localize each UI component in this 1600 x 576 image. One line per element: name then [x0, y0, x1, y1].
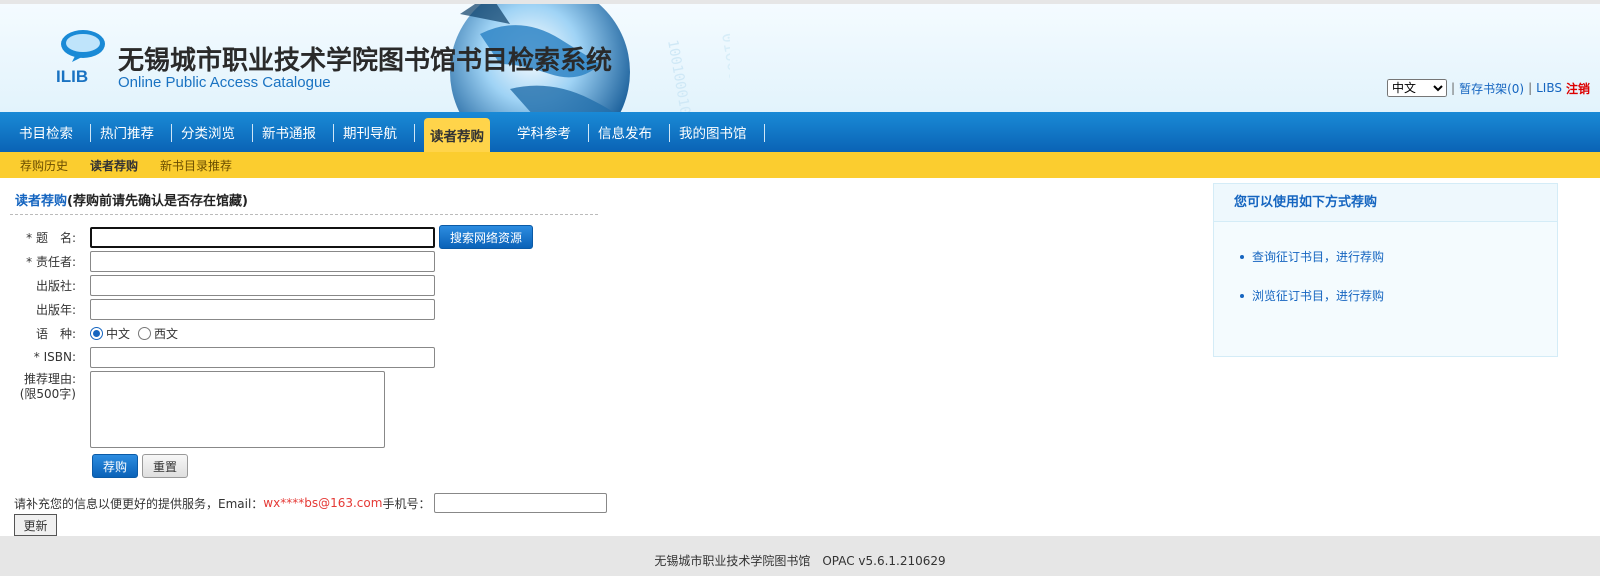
svg-text:010001: 010001: [718, 31, 730, 91]
submit-recommend-button[interactable]: 荐购: [92, 454, 139, 478]
isbn-label: * ISBN:: [33, 350, 76, 364]
site-header: 0101001010 1001000100 010001 ILIB 无锡城市职业…: [0, 4, 1600, 112]
language-label: 语 种:: [35, 326, 76, 341]
nav-item-hot-recommend[interactable]: 热门推荐: [91, 112, 172, 152]
publisher-input[interactable]: [90, 274, 435, 296]
svg-text:ILIB: ILIB: [56, 67, 88, 86]
nav-item-subject-ref[interactable]: 学科参考: [508, 112, 589, 152]
search-web-button[interactable]: 搜索网络资源: [439, 225, 534, 249]
subnav-item-reader-recommend[interactable]: 读者荐购: [90, 157, 138, 174]
title-input[interactable]: [90, 226, 435, 248]
header-toolbar: 中文 | 暂存书架(0) | LIBS 注销: [1387, 79, 1590, 97]
temp-shelf-link[interactable]: 暂存书架(0): [1459, 80, 1524, 97]
reason-label: 推荐理由: (限500字): [19, 372, 76, 401]
email-value: wx****bs@163.com: [263, 496, 383, 510]
reset-button[interactable]: 重置: [142, 454, 189, 478]
nav-item-new-books[interactable]: 新书通报: [253, 112, 334, 152]
contact-info-row: 请补充您的信息以便更好的提供服务，Email： wx****bs@163.com…: [10, 493, 610, 513]
user-name: LIBS: [1536, 81, 1562, 95]
phone-label: 手机号：: [382, 496, 431, 511]
subnav-item-new-catalog[interactable]: 新书目录推荐: [160, 157, 232, 174]
main-content: 读者荐购(荐购前请先确认是否存在馆藏) * 题 名: 搜索网络资源 * 责任者:…: [0, 178, 1600, 536]
query-order-link[interactable]: 查询征订书目，进行荐购: [1240, 248, 1557, 265]
recommend-methods-panel: 您可以使用如下方式荐购 查询征订书目，进行荐购 浏览征订书目，进行荐购: [1213, 183, 1558, 357]
language-select[interactable]: 中文: [1387, 79, 1448, 97]
update-button[interactable]: 更新: [14, 514, 57, 536]
year-label: 出版年:: [35, 302, 76, 317]
nav-item-catalog-search[interactable]: 书目检索: [10, 112, 91, 152]
browse-order-link[interactable]: 浏览征订书目，进行荐购: [1240, 287, 1557, 304]
methods-title: 您可以使用如下方式荐购: [1214, 184, 1557, 222]
nav-item-class-browse[interactable]: 分类浏览: [172, 112, 253, 152]
separator: |: [1528, 81, 1533, 95]
nav-item-info-release[interactable]: 信息发布: [589, 112, 670, 152]
isbn-input[interactable]: [90, 346, 435, 368]
main-nav: 书目检索 热门推荐 分类浏览 新书通报 期刊导航 读者荐购 学科参考 信息发布 …: [0, 112, 1600, 152]
phone-input[interactable]: [434, 493, 608, 513]
author-label: * 责任者:: [26, 254, 76, 269]
nav-item-reader-recommend[interactable]: 读者荐购: [424, 112, 490, 152]
logout-link[interactable]: 注销: [1566, 80, 1590, 97]
author-input[interactable]: [90, 250, 435, 272]
ilib-logo: ILIB: [56, 30, 105, 86]
year-input[interactable]: [90, 298, 435, 320]
separator: |: [1451, 81, 1456, 95]
publisher-label: 出版社:: [35, 278, 76, 293]
section-title: 读者荐购(荐购前请先确认是否存在馆藏): [10, 190, 598, 215]
site-title: 无锡城市职业技术学院图书馆书目检索系统: [118, 46, 613, 76]
nav-item-my-library[interactable]: 我的图书馆: [670, 112, 765, 152]
subnav-item-history[interactable]: 荐购历史: [20, 157, 68, 174]
sub-nav: 荐购历史 读者荐购 新书目录推荐: [0, 152, 1600, 178]
svg-text:1001000100: 1001000100: [664, 39, 694, 112]
lang-radio-cn[interactable]: 中文: [90, 325, 130, 342]
reason-textarea[interactable]: [90, 371, 385, 448]
title-label: * 题 名:: [26, 230, 76, 245]
nav-item-journal-nav[interactable]: 期刊导航: [334, 112, 415, 152]
lang-radio-west[interactable]: 西文: [138, 325, 178, 342]
recommend-form-panel: 读者荐购(荐购前请先确认是否存在馆藏) * 题 名: 搜索网络资源 * 责任者:…: [10, 178, 610, 536]
recommend-form: * 题 名: 搜索网络资源 * 责任者: 出版社: 出版年: 语 种: 中文 西…: [10, 225, 610, 479]
site-subtitle: Online Public Access Catalogue: [118, 74, 331, 91]
footer: 无锡城市职业技术学院图书馆 OPAC v5.6.1.210629: [0, 536, 1600, 576]
